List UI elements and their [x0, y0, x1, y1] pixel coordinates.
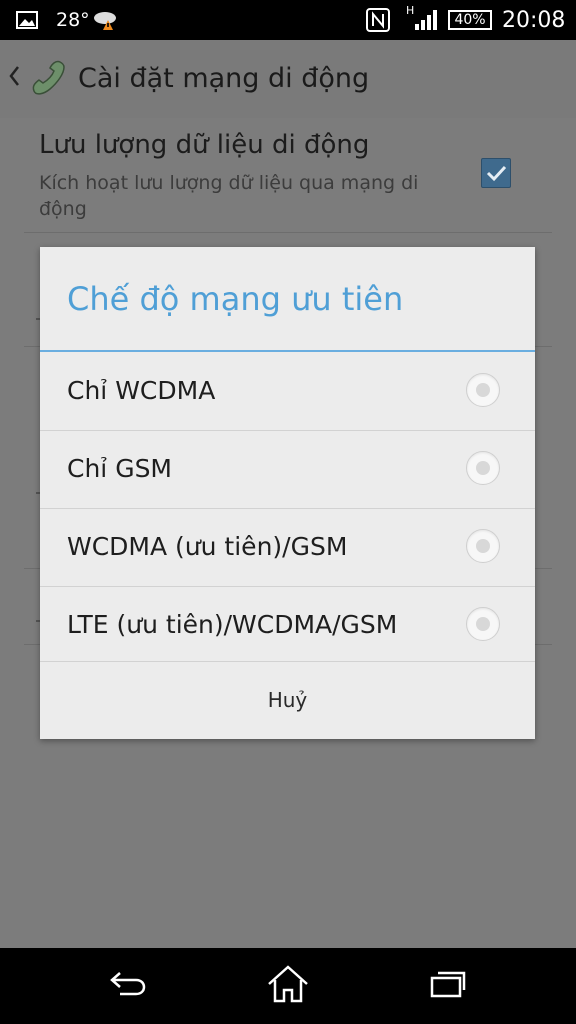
- page-title: Cài đặt mạng di động: [78, 63, 370, 94]
- option-wcdma-only[interactable]: Chỉ WCDMA: [40, 352, 535, 430]
- home-button[interactable]: [248, 948, 328, 1024]
- radio-dot: [476, 617, 490, 631]
- option-wcdma-preferred[interactable]: WCDMA (ưu tiên)/GSM: [40, 508, 535, 586]
- radio-button[interactable]: [466, 373, 500, 407]
- battery-icon: 40%: [448, 0, 492, 40]
- signal-icon: [414, 0, 440, 40]
- back-button[interactable]: [88, 948, 168, 1024]
- radio-dot: [476, 383, 490, 397]
- option-gsm-only[interactable]: Chỉ GSM: [40, 430, 535, 508]
- weather-alert-icon: [92, 0, 120, 40]
- radio-button[interactable]: [466, 529, 500, 563]
- status-bar: 28° H 40% 20:08: [0, 0, 576, 40]
- option-label: WCDMA (ưu tiên)/GSM: [67, 532, 348, 561]
- mobile-data-title: Lưu lượng dữ liệu di động: [39, 130, 370, 160]
- battery-level: 40%: [454, 12, 486, 28]
- temperature: 28°: [56, 9, 90, 31]
- mobile-data-summary: Kích hoạt lưu lượng dữ liệu qua mạng di …: [39, 172, 419, 220]
- divider: [24, 232, 552, 233]
- clock: 20:08: [502, 7, 566, 33]
- chevron-left-icon: [8, 64, 20, 92]
- option-label: Chỉ WCDMA: [67, 376, 216, 405]
- action-bar: Cài đặt mạng di động: [0, 40, 576, 119]
- dialog-title: Chế độ mạng ưu tiên: [67, 280, 404, 318]
- phone-handset-icon: [26, 56, 70, 104]
- nfc-icon: [366, 0, 390, 40]
- mobile-data-setting[interactable]: Lưu lượng dữ liệu di động Kích hoạt lưu …: [0, 118, 576, 232]
- cancel-button[interactable]: Huỷ: [40, 661, 535, 739]
- radio-dot: [476, 539, 490, 553]
- gallery-icon: [16, 0, 38, 40]
- radio-button[interactable]: [466, 607, 500, 641]
- radio-dot: [476, 461, 490, 475]
- option-lte-preferred[interactable]: LTE (ưu tiên)/WCDMA/GSM: [40, 586, 535, 664]
- option-label: Chỉ GSM: [67, 454, 173, 483]
- up-navigation-button[interactable]: [4, 60, 74, 100]
- home-icon: [266, 964, 310, 1008]
- network-mode-dialog: Chế độ mạng ưu tiên Chỉ WCDMA Chỉ GSM WC…: [40, 247, 535, 739]
- recents-icon: [428, 968, 468, 1004]
- mobile-data-checkbox[interactable]: [481, 158, 511, 188]
- checkmark-icon: [482, 165, 510, 191]
- recents-button[interactable]: [408, 948, 488, 1024]
- back-icon: [108, 968, 148, 1004]
- navigation-bar: [0, 948, 576, 1024]
- radio-button[interactable]: [466, 451, 500, 485]
- option-label: LTE (ưu tiên)/WCDMA/GSM: [67, 610, 398, 639]
